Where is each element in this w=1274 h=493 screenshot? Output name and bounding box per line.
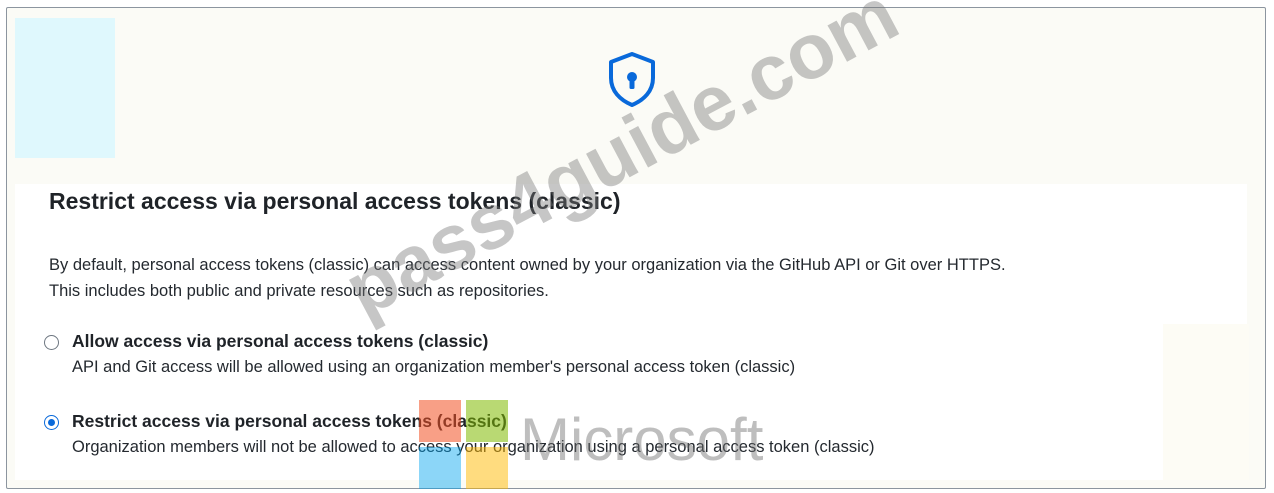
description-line-1: By default, personal access tokens (clas… xyxy=(49,256,1006,274)
option-label[interactable]: Restrict access via personal access toke… xyxy=(72,408,874,434)
decorative-tint xyxy=(1163,324,1249,480)
shield-keyhole-icon xyxy=(609,52,655,107)
page-title: Restrict access via personal access toke… xyxy=(49,188,621,214)
option-description: Organization members will not be allowed… xyxy=(72,438,875,456)
option-allow-access[interactable]: Allow access via personal access tokens … xyxy=(44,328,795,380)
decorative-cyan-block xyxy=(15,18,115,158)
allow-access-radio[interactable] xyxy=(44,335,59,350)
option-label[interactable]: Allow access via personal access tokens … xyxy=(72,328,795,354)
option-restrict-access[interactable]: Restrict access via personal access toke… xyxy=(44,408,874,460)
restrict-access-radio[interactable] xyxy=(44,415,59,430)
description: By default, personal access tokens (clas… xyxy=(49,252,1006,304)
option-description: API and Git access will be allowed using… xyxy=(72,358,796,376)
description-line-2: This includes both public and private re… xyxy=(49,282,549,300)
